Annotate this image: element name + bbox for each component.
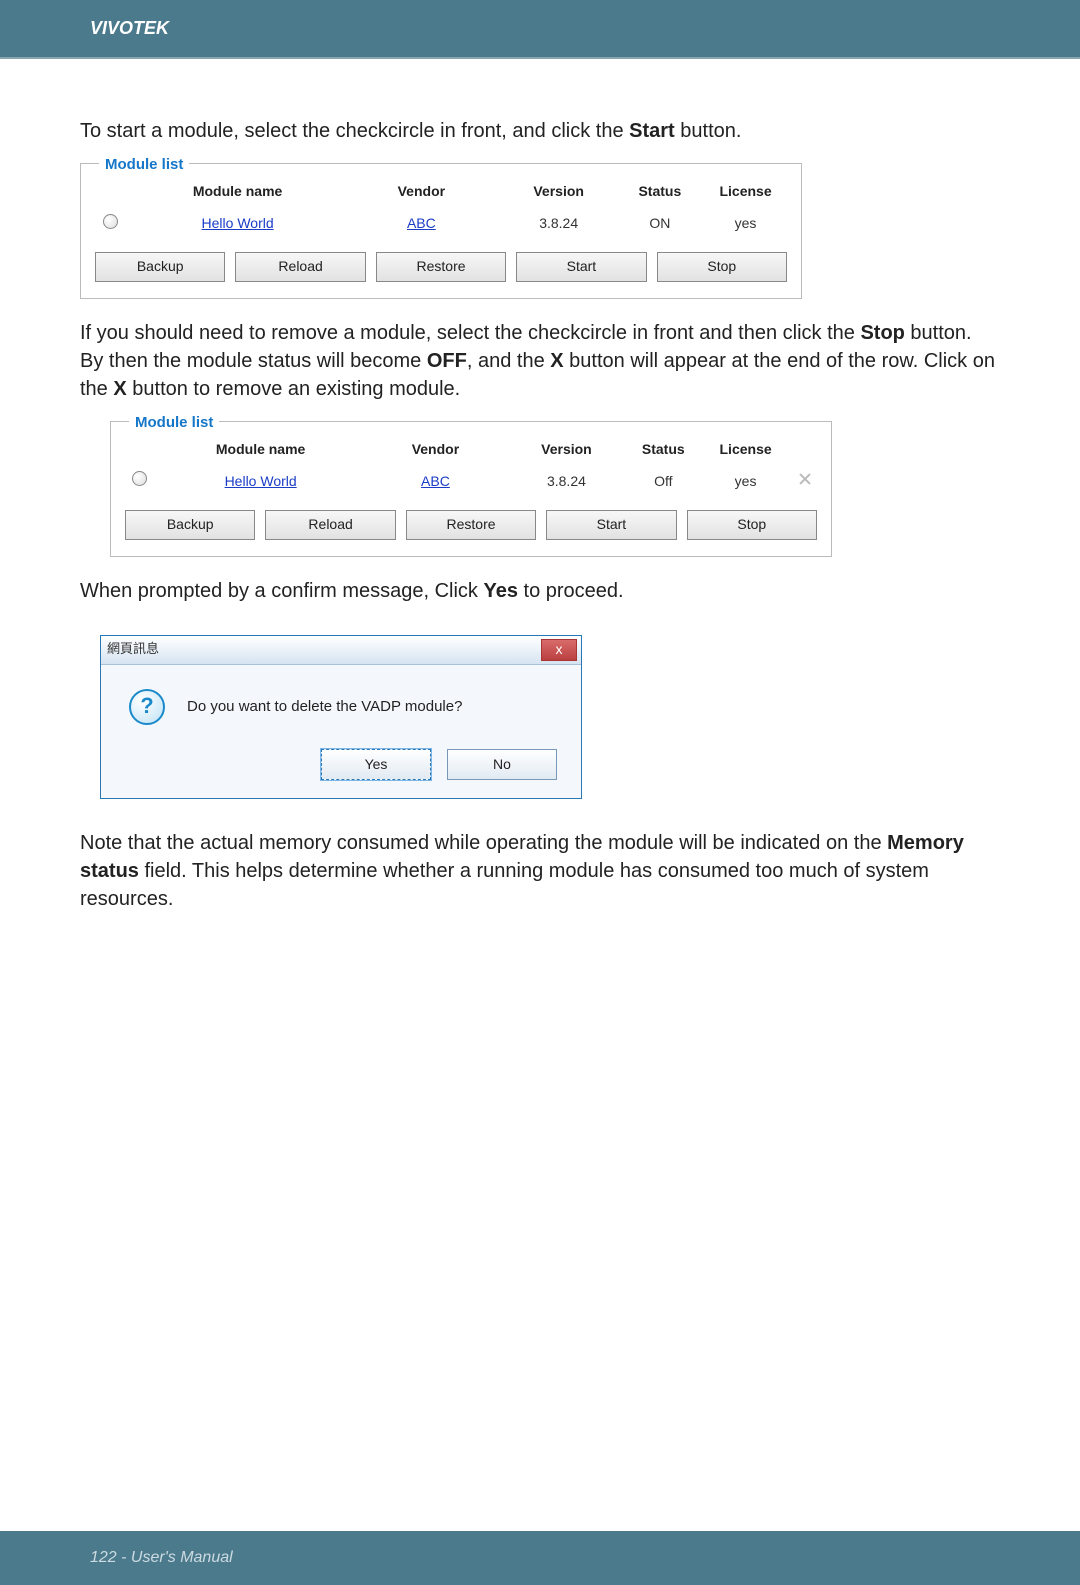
col-name: Module name <box>130 176 345 208</box>
footer-label: User's Manual <box>131 1549 233 1566</box>
col-vendor: Vendor <box>363 434 509 466</box>
intro-text-b: button. <box>675 120 742 142</box>
table-header-row: Module name Vendor Version Status Licens… <box>121 434 821 466</box>
col-license: License <box>700 176 791 208</box>
brand-label: VIVOTEK <box>90 18 169 38</box>
col-status: Status <box>620 176 701 208</box>
module-list-legend: Module list <box>99 154 189 175</box>
module-list-panel-off: Module list Module name Vendor Version S… <box>110 421 832 557</box>
backup-button[interactable]: Backup <box>125 510 255 540</box>
col-version: Version <box>508 434 624 466</box>
close-icon[interactable]: x <box>541 639 577 661</box>
version-cell: 3.8.24 <box>498 208 620 241</box>
p2-a: If you should need to remove a module, s… <box>80 322 860 344</box>
col-status: Status <box>625 434 702 466</box>
intro-paragraph: To start a module, select the checkcircl… <box>80 117 1000 145</box>
p2-x2: X <box>113 378 126 400</box>
module-table-off: Module name Vendor Version Status Licens… <box>121 434 821 498</box>
status-cell: Off <box>625 465 702 498</box>
intro-text-a: To start a module, select the checkcircl… <box>80 120 629 142</box>
dialog-no-button[interactable]: No <box>447 749 557 781</box>
dialog-body: ? Do you want to delete the VADP module? <box>101 665 581 749</box>
table-header-row: Module name Vendor Version Status Licens… <box>91 176 791 208</box>
confirm-paragraph: When prompted by a confirm message, Clic… <box>80 577 1000 605</box>
select-radio[interactable] <box>132 471 147 486</box>
start-button[interactable]: Start <box>546 510 676 540</box>
table-row: Hello World ABC 3.8.24 ON yes <box>91 208 791 241</box>
footer-bar: 122 - User's Manual <box>0 1531 1080 1585</box>
dialog-yes-button[interactable]: Yes <box>321 749 431 781</box>
table-row: Hello World ABC 3.8.24 Off yes <box>121 465 821 498</box>
question-icon: ? <box>129 689 165 725</box>
p2-c: , and the <box>467 350 550 372</box>
header-bar: VIVOTEK <box>0 0 1080 59</box>
p2-stop: Stop <box>860 322 904 344</box>
dialog-title: 網頁訊息 <box>107 640 159 658</box>
module-list-panel-on: Module list Module name Vendor Version S… <box>80 163 802 299</box>
p2-off: OFF <box>427 350 467 372</box>
status-cell: ON <box>620 208 701 241</box>
footer-sep: - <box>117 1549 131 1566</box>
memory-paragraph: Note that the actual memory consumed whi… <box>80 829 1000 913</box>
col-version: Version <box>498 176 620 208</box>
module-table-on: Module name Vendor Version Status Licens… <box>91 176 791 240</box>
intro-start-bold: Start <box>629 120 675 142</box>
p4-b: field. This helps determine whether a ru… <box>80 860 929 910</box>
module-name-link[interactable]: Hello World <box>202 215 274 231</box>
p2-e: button to remove an existing module. <box>127 378 461 400</box>
module-button-row-2: Backup Reload Restore Start Stop <box>121 508 821 542</box>
p3-a: When prompted by a confirm message, Clic… <box>80 580 484 602</box>
vendor-link[interactable]: ABC <box>407 215 436 231</box>
dialog-message: Do you want to delete the VADP module? <box>187 696 462 717</box>
module-name-link[interactable]: Hello World <box>225 473 297 489</box>
reload-button[interactable]: Reload <box>235 252 365 282</box>
p4-a: Note that the actual memory consumed whi… <box>80 832 887 854</box>
page-number: 122 <box>90 1549 117 1566</box>
stop-button[interactable]: Stop <box>657 252 787 282</box>
col-vendor: Vendor <box>345 176 498 208</box>
page-content: To start a module, select the checkcircl… <box>0 59 1080 1531</box>
license-cell: yes <box>700 208 791 241</box>
select-radio[interactable] <box>103 214 118 229</box>
stop-button[interactable]: Stop <box>687 510 817 540</box>
col-name: Module name <box>159 434 363 466</box>
dialog-button-row: Yes No <box>101 749 581 799</box>
confirm-dialog: 網頁訊息 x ? Do you want to delete the VADP … <box>100 635 582 800</box>
p3-b: to proceed. <box>518 580 624 602</box>
restore-button[interactable]: Restore <box>406 510 536 540</box>
delete-icon[interactable] <box>798 472 812 486</box>
start-button[interactable]: Start <box>516 252 646 282</box>
remove-paragraph: If you should need to remove a module, s… <box>80 319 1000 403</box>
module-list-legend-2: Module list <box>129 412 219 433</box>
version-cell: 3.8.24 <box>508 465 624 498</box>
p2-x1: X <box>550 350 563 372</box>
p3-yes: Yes <box>484 580 518 602</box>
reload-button[interactable]: Reload <box>265 510 395 540</box>
vendor-link[interactable]: ABC <box>421 473 450 489</box>
license-cell: yes <box>702 465 789 498</box>
module-button-row: Backup Reload Restore Start Stop <box>91 250 791 284</box>
dialog-titlebar: 網頁訊息 x <box>101 636 581 665</box>
restore-button[interactable]: Restore <box>376 252 506 282</box>
col-license: License <box>702 434 789 466</box>
backup-button[interactable]: Backup <box>95 252 225 282</box>
